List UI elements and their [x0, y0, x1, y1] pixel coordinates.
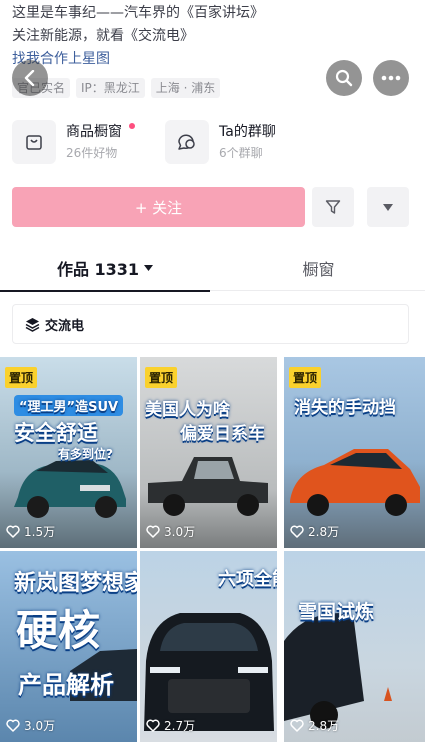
tab-works[interactable]: 作品 1331 [0, 245, 210, 292]
chat-icon-box [165, 120, 209, 164]
pinned-badge: 置顶 [289, 367, 322, 388]
back-icon [24, 70, 35, 86]
heart-icon [290, 719, 304, 732]
thumbnail-title-3: 有多到位? [58, 447, 113, 461]
collection-label: 交流电 [45, 318, 85, 334]
bio-line-2: 关注新能源，就看《交流电》 [12, 28, 194, 44]
tag-ip-location: IP：黑龙江 [76, 78, 145, 98]
heart-icon [146, 719, 160, 732]
chat-bubble-icon [178, 134, 195, 150]
collection-chip[interactable]: 交流电 [12, 304, 409, 344]
bio-line-1: 这里是车事纪——汽车界的《百家讲坛》 [12, 5, 264, 21]
thumbnail-title-2: 安全舒适 [14, 421, 98, 445]
thumbnail-title-1: 美国人为啥 [145, 400, 230, 420]
dropdown-icon [383, 203, 393, 211]
follow-button[interactable]: + 关注 [12, 187, 305, 227]
more-button[interactable] [373, 60, 409, 96]
pinned-badge: 置顶 [5, 367, 38, 388]
shop-bag-icon [26, 135, 42, 150]
video-thumbnail-mpv-side [284, 551, 425, 742]
heart-icon [6, 525, 20, 538]
share-icon [325, 200, 341, 214]
heart-icon [290, 525, 304, 538]
group-chat-count: 6个群聊 [219, 146, 263, 160]
pinned-badge: 置顶 [145, 367, 178, 388]
video-card[interactable]: 置顶 “理工男”造SUV 安全舒适 有多到位? 1.5万 [0, 357, 137, 548]
thumbnail-title-1: “理工男”造SUV [14, 395, 124, 416]
chevron-down-icon [144, 264, 154, 271]
new-dot-badge [129, 123, 135, 129]
share-button[interactable] [312, 187, 354, 227]
profile-tabs: 作品 1331 橱窗 [0, 245, 425, 292]
profile-bio: 这里是车事纪——汽车界的《百家讲坛》 关注新能源，就看《交流电》 找我合作上星图 [12, 2, 412, 71]
layers-icon [25, 317, 40, 332]
heart-icon [6, 719, 20, 732]
like-count-value: 2.8万 [308, 719, 340, 733]
video-card[interactable]: 六项全能 2.7万 [140, 551, 277, 742]
tab-works-label: 作品 1331 [56, 260, 140, 279]
tab-window[interactable]: 橱窗 [212, 245, 425, 291]
video-card[interactable]: 置顶 消失的手动挡 2.8万 [284, 357, 425, 548]
thumbnail-title-1: 新岚图梦想家 [14, 571, 137, 596]
like-count: 3.0万 [146, 523, 195, 540]
like-count-value: 3.0万 [164, 525, 196, 539]
thumbnail-title-1: 六项全能 [218, 569, 277, 590]
like-count: 3.0万 [6, 717, 55, 734]
thumbnail-title-2: 雪国试炼 [298, 601, 375, 623]
shop-icon-box [12, 120, 56, 164]
search-icon [335, 69, 353, 87]
thumbnail-title-1: 消失的手动挡 [294, 398, 396, 418]
like-count-value: 2.8万 [308, 525, 340, 539]
shop-window-entry[interactable]: 商品橱窗 26件好物 [12, 119, 135, 165]
thumbnail-title-3: 产品解析 [18, 671, 114, 699]
heart-icon [146, 525, 160, 538]
like-count: 2.7万 [146, 717, 195, 734]
like-count: 1.5万 [6, 523, 55, 540]
thumbnail-title-2: 偏爱日系车 [180, 424, 265, 444]
tag-city: 上海 · 浦东 [150, 78, 221, 98]
active-tab-indicator [0, 290, 210, 292]
search-button[interactable] [326, 60, 362, 96]
like-count-value: 2.7万 [164, 719, 196, 733]
thumbnail-title-2: 硬核 [16, 606, 101, 655]
back-button[interactable] [12, 60, 48, 96]
video-card[interactable]: 新岚图梦想家 硬核 产品解析 3.0万 [0, 551, 137, 742]
video-card[interactable]: 置顶 美国人为啥 偏爱日系车 3.0万 [140, 357, 277, 548]
like-count: 2.8万 [290, 717, 339, 734]
group-chat-title: Ta的群聊 [219, 124, 276, 140]
shop-window-title: 商品橱窗 [66, 124, 122, 140]
video-card[interactable]: 雪国试炼 2.8万 [284, 551, 425, 742]
like-count-value: 1.5万 [24, 525, 56, 539]
group-chat-entry[interactable]: Ta的群聊 6个群聊 [165, 119, 276, 165]
shop-window-count: 26件好物 [66, 146, 118, 160]
like-count-value: 3.0万 [24, 719, 56, 733]
more-icon [381, 75, 401, 81]
more-options-button[interactable] [367, 187, 409, 227]
like-count: 2.8万 [290, 523, 339, 540]
